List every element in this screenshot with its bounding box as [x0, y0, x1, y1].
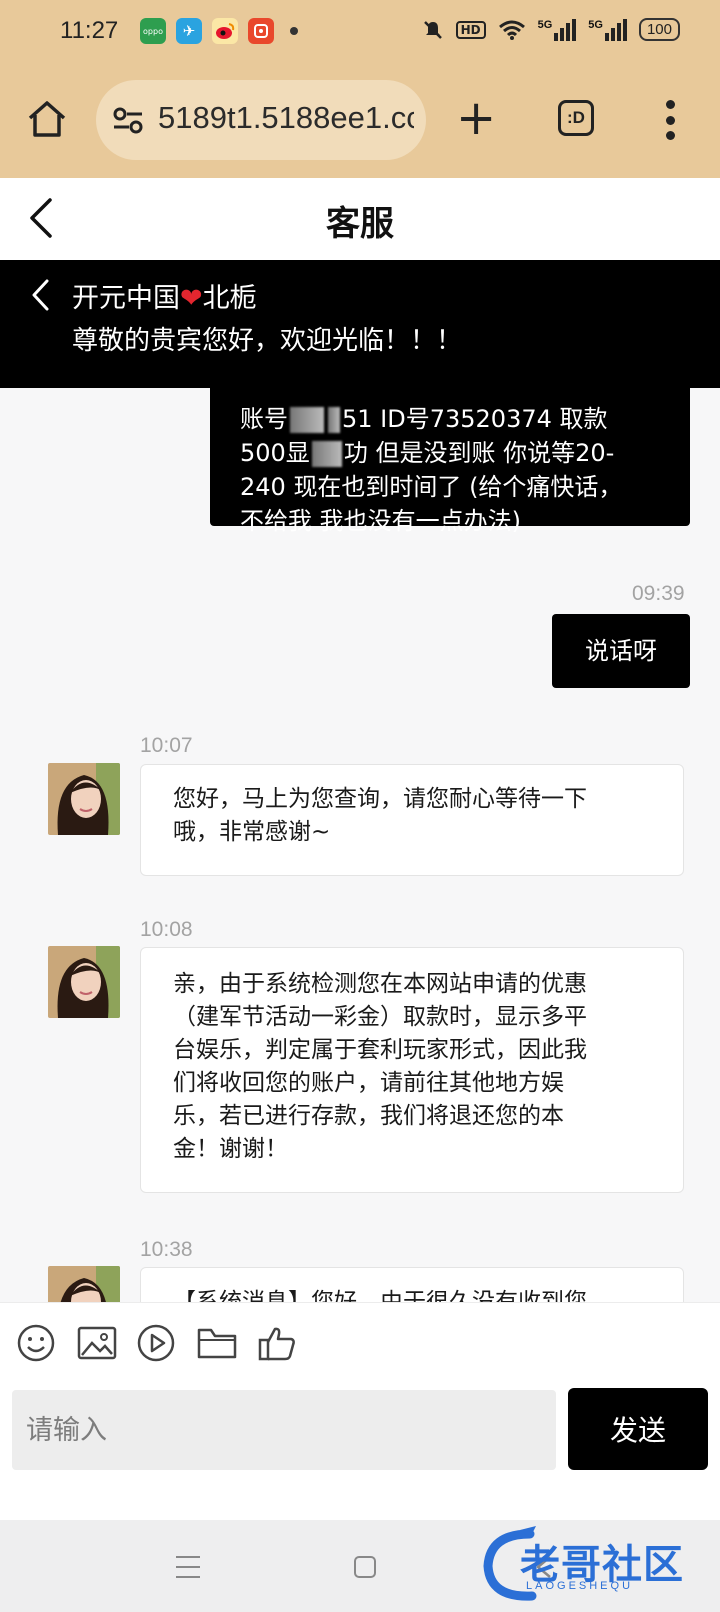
new-tab-plus-icon[interactable]: + — [456, 94, 496, 142]
mute-icon — [423, 20, 442, 39]
redacted-blur — [311, 441, 342, 467]
agent-name: 开元中国❤北栀 — [72, 276, 257, 315]
redacted-blur — [328, 407, 340, 433]
thumbs-up-icon[interactable] — [256, 1323, 298, 1363]
incoming-message: 【系统消息】您好，由于很久没有收到您 — [140, 1267, 684, 1302]
message-timestamp: 09:39 — [632, 582, 685, 605]
heart-icon: ❤ — [180, 283, 203, 314]
image-icon[interactable] — [76, 1323, 118, 1363]
watermark-subtext: LAOGESHEQU — [526, 1580, 634, 1592]
weibo-app-icon — [212, 18, 238, 44]
page-header: 客服 — [0, 178, 720, 260]
signal-5g-2-icon: 5G — [588, 18, 627, 41]
battery-indicator: 100 — [638, 18, 680, 41]
message-line: 亲，由于系统检测您在本网站申请的优惠 — [173, 971, 587, 997]
pinduoduo-app-icon — [248, 18, 274, 44]
hd-icon: HD — [455, 20, 486, 39]
agent-avatar — [48, 763, 120, 835]
incoming-message: 您好，马上为您查询，请您耐心等待一下 哦，非常感谢~ — [140, 764, 684, 876]
message-line: 不给我 我也没有一点办法) — [240, 507, 521, 535]
recent-apps-icon[interactable] — [176, 1556, 200, 1578]
agent-avatar — [48, 1266, 120, 1302]
message-timestamp: 10:08 — [140, 918, 193, 941]
message-line: 台娱乐，判定属于套利玩家形式，因此我 — [173, 1037, 587, 1063]
message-line: 账号 51 ID号73520374 取款 — [240, 405, 608, 433]
message-line: 乐，若已进行存款，我们将退还您的本 — [173, 1103, 564, 1129]
home-nav-icon[interactable] — [354, 1556, 376, 1578]
system-navigation-bar: 老哥社区 LAOGESHEQU — [0, 1520, 720, 1612]
agent-notice-banner: 开元中国❤北栀 尊敬的贵宾您好，欢迎光临！！！ — [0, 260, 720, 388]
more-notifications-dot — [290, 27, 298, 35]
composer-input-row: 发送 — [0, 1380, 720, 1520]
watermark-logo: 老哥社区 LAOGESHEQU — [480, 1520, 720, 1612]
tab-switcher-button[interactable]: :D — [558, 100, 594, 136]
agent-name-left: 开元中国 — [72, 283, 180, 314]
message-line: 【系统消息】您好，由于很久没有收到您 — [173, 1289, 587, 1302]
message-line: 们将收回您的账户，请前往其他地方娱 — [173, 1070, 564, 1096]
status-time: 11:27 — [60, 17, 119, 44]
url-text[interactable]: 5189t1.5188ee1.cc — [158, 100, 414, 136]
notification-app-icons: oppo ✈ — [140, 18, 298, 44]
incoming-message: 亲，由于系统检测您在本网站申请的优惠 （建军节活动一彩金）取款时，显示多平 台娱… — [140, 947, 684, 1193]
message-line: 您好，马上为您查询，请您耐心等待一下 — [173, 786, 587, 812]
message-line: 哦，非常感谢~ — [173, 819, 331, 845]
site-settings-icon[interactable] — [112, 106, 144, 134]
status-indicators: HD 5G 5G 100 — [422, 18, 680, 41]
video-play-icon[interactable] — [136, 1323, 178, 1363]
agent-name-right: 北栀 — [202, 283, 257, 314]
send-button[interactable]: 发送 — [568, 1388, 708, 1470]
message-input[interactable] — [12, 1390, 556, 1470]
folder-icon[interactable] — [196, 1323, 238, 1363]
composer-toolbar — [0, 1302, 720, 1380]
home-icon[interactable] — [26, 98, 68, 140]
emoji-icon[interactable] — [16, 1323, 58, 1363]
browser-toolbar: 5189t1.5188ee1.cc + :D — [0, 66, 720, 178]
outgoing-message: 账号 51 ID号73520374 取款 500显功 但是没到账 你说等20- 2… — [210, 388, 690, 535]
status-bar: 11:27 oppo ✈ HD 5G 5G 100 — [0, 0, 720, 66]
redacted-blur — [290, 407, 324, 433]
address-bar[interactable]: 5189t1.5188ee1.cc — [96, 80, 426, 160]
message-timestamp: 10:07 — [140, 734, 193, 757]
signal-5g-1-icon: 5G — [538, 18, 577, 41]
chat-message-list[interactable]: 账号 51 ID号73520374 取款 500显功 但是没到账 你说等20- 2… — [0, 388, 720, 1302]
chevron-left-icon[interactable] — [30, 278, 52, 312]
telegram-app-icon: ✈ — [176, 18, 202, 44]
outgoing-message: 说话呀 — [552, 614, 690, 688]
oppo-app-icon: oppo — [140, 18, 166, 44]
message-line: 金！谢谢！ — [173, 1136, 288, 1162]
message-line: （建军节活动一彩金）取款时，显示多平 — [173, 1004, 587, 1030]
agent-avatar — [48, 946, 120, 1018]
message-line: 500显功 但是没到账 你说等20- — [240, 439, 615, 467]
more-menu-icon[interactable] — [664, 100, 676, 140]
message-line: 240 现在也到时间了 (给个痛快话， — [240, 473, 623, 501]
welcome-message: 尊敬的贵宾您好，欢迎光临！！！ — [72, 326, 463, 356]
page-title: 客服 — [326, 204, 394, 244]
wifi-icon — [498, 20, 525, 40]
message-timestamp: 10:38 — [140, 1238, 193, 1261]
